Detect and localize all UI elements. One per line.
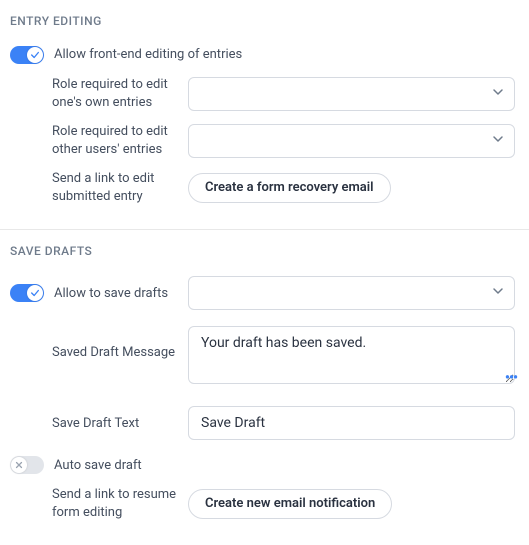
toggle-auto-save[interactable] (10, 456, 44, 474)
toggle-allow-drafts[interactable] (10, 284, 44, 302)
section-entry-editing: ENTRY EDITING Allow front-end editing of… (0, 0, 529, 230)
row-role-own: Role required to edit one's own entries (10, 70, 519, 117)
label-role-other: Role required to edit other users' entri… (10, 123, 180, 158)
chevron-down-icon (492, 86, 504, 102)
section-header-entry-editing: ENTRY EDITING (10, 10, 519, 40)
create-email-notification-button[interactable]: Create new email notification (188, 489, 392, 519)
chevron-down-icon (492, 285, 504, 301)
label-saved-draft-message: Saved Draft Message (10, 326, 180, 362)
label-auto-save: Auto save draft (54, 457, 142, 475)
section-header-save-drafts: SAVE DRAFTS (10, 240, 519, 270)
check-icon (27, 285, 43, 301)
toggle-allow-editing[interactable] (10, 46, 44, 64)
row-send-edit-link: Send a link to edit submitted entry Crea… (10, 164, 519, 211)
row-auto-save: Auto save draft (10, 446, 519, 480)
label-allow-editing: Allow front-end editing of entries (54, 46, 242, 64)
select-role-other[interactable] (188, 124, 515, 158)
row-allow-editing: Allow front-end editing of entries (10, 40, 519, 70)
select-role-own[interactable] (188, 77, 515, 111)
create-recovery-email-button[interactable]: Create a form recovery email (188, 173, 391, 203)
section-save-drafts: SAVE DRAFTS Allow to save drafts Saved D… (0, 230, 529, 545)
label-role-own: Role required to edit one's own entries (10, 76, 180, 111)
row-allow-drafts: Allow to save drafts (10, 270, 519, 316)
label-send-edit-link: Send a link to edit submitted entry (10, 170, 180, 205)
input-save-draft-text[interactable] (188, 406, 515, 440)
label-save-draft-text: Save Draft Text (10, 415, 180, 433)
check-icon (27, 47, 43, 63)
select-draft-page[interactable] (188, 276, 515, 310)
chevron-down-icon (492, 133, 504, 149)
row-resume-link: Send a link to resume form editing Creat… (10, 480, 519, 527)
textarea-saved-draft-message[interactable] (188, 326, 515, 384)
row-save-draft-text: Save Draft Text (10, 394, 519, 446)
label-allow-drafts: Allow to save drafts (54, 285, 168, 303)
x-icon (11, 457, 27, 473)
row-role-other: Role required to edit other users' entri… (10, 117, 519, 164)
label-resume-link: Send a link to resume form editing (10, 486, 180, 521)
row-saved-draft-message: Saved Draft Message ••• (10, 316, 519, 394)
